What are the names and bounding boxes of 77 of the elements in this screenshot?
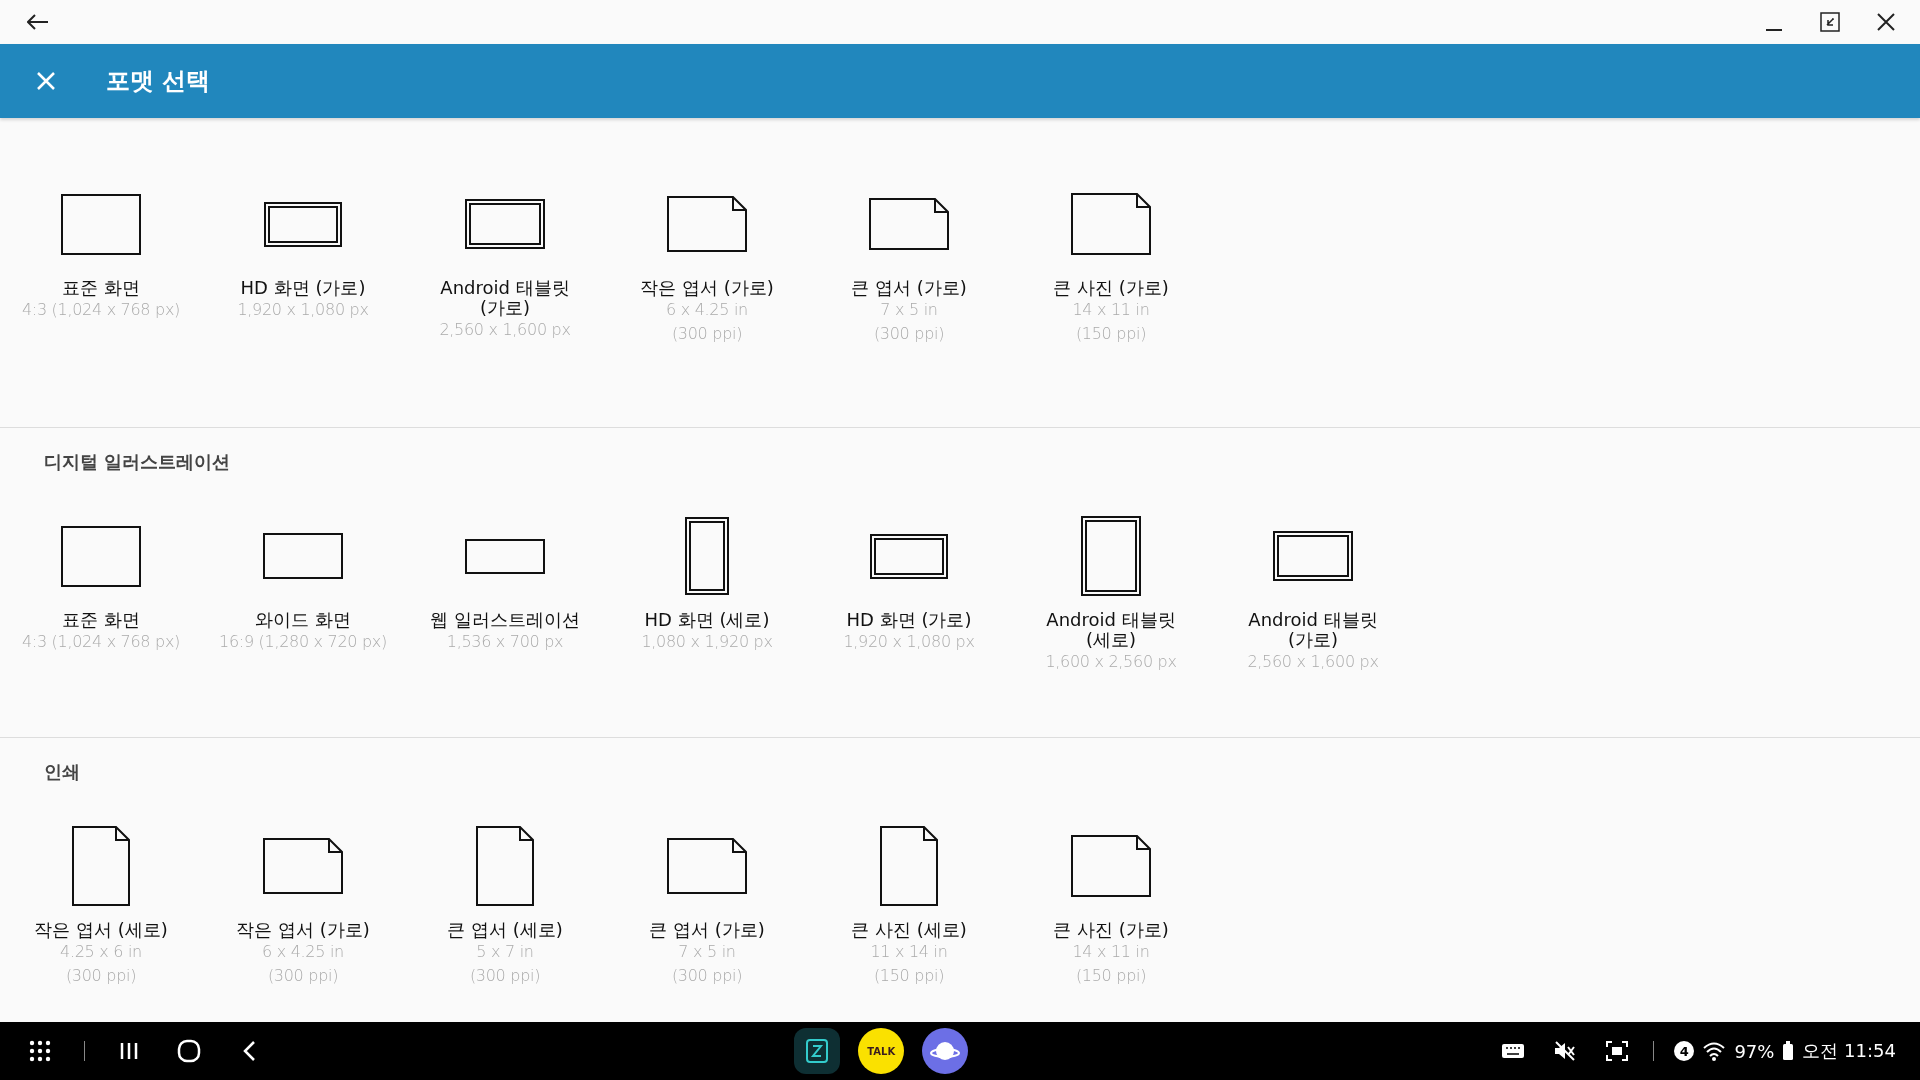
clock: 오전 11:54: [1802, 1039, 1896, 1063]
format-detail: (150 ppi): [1075, 323, 1147, 345]
notification-count: 4: [1674, 1041, 1695, 1061]
format-name[interactable]: 큰 사진 (가로): [1053, 920, 1169, 940]
page-icon: [667, 196, 747, 252]
page-icon: [1071, 835, 1151, 897]
format-name[interactable]: 큰 엽서 (세로): [447, 920, 563, 940]
format-name[interactable]: HD 화면 (가로): [240, 278, 366, 298]
format-name[interactable]: Android 태블릿 (가로): [430, 278, 580, 318]
format-detail: (300 ppi): [65, 965, 137, 987]
format-name[interactable]: 큰 엽서 (가로): [649, 920, 765, 940]
format-name[interactable]: 작은 엽서 (세로): [34, 920, 168, 940]
framed-rectangle-icon: [1273, 531, 1353, 581]
format-detail: 1,600 x 2,560 px: [1045, 651, 1177, 673]
section-heading: 디지털 일러스트레이션: [44, 450, 232, 474]
format-name[interactable]: 큰 사진 (세로): [851, 920, 967, 940]
format-detail: 6 x 4.25 in: [262, 941, 344, 963]
dialog-title: 포맷 선택: [106, 66, 211, 97]
format-detail: (150 ppi): [873, 965, 945, 987]
format-detail: 2,560 x 1,600 px: [439, 319, 571, 341]
format-name[interactable]: 표준 화면: [62, 278, 140, 298]
section-heading: 인쇄: [44, 760, 81, 784]
rectangle-icon: [61, 193, 141, 255]
format-detail: (300 ppi): [671, 323, 743, 345]
framed-rectangle-icon: [685, 517, 729, 595]
format-detail: 7 x 5 in: [880, 299, 938, 321]
format-detail: 4:3 (1,024 x 768 px): [22, 631, 180, 653]
format-detail: (150 ppi): [1075, 965, 1147, 987]
page-icon: [263, 838, 343, 894]
wifi-icon: [1702, 1041, 1727, 1061]
format-detail: 2,560 x 1,600 px: [1247, 651, 1379, 673]
page-icon: [869, 198, 949, 250]
framed-rectangle-icon: [1081, 516, 1141, 596]
rectangle-icon: [465, 538, 545, 574]
format-detail: (300 ppi): [671, 965, 743, 987]
format-detail: 1,080 x 1,920 px: [641, 631, 773, 653]
rectangle-icon: [263, 533, 343, 579]
rectangle-icon: [61, 525, 141, 587]
format-detail: 6 x 4.25 in: [666, 299, 748, 321]
format-detail: 16:9 (1,280 x 720 px): [219, 631, 387, 653]
chat-app-icon[interactable]: TALK: [858, 1028, 905, 1074]
format-name[interactable]: 표준 화면: [62, 610, 140, 630]
format-detail: 14 x 11 in: [1072, 941, 1150, 963]
format-detail: (300 ppi): [873, 323, 945, 345]
format-name[interactable]: 큰 사진 (가로): [1053, 278, 1169, 298]
format-name[interactable]: 큰 엽서 (가로): [851, 278, 967, 298]
page-icon: [476, 826, 534, 906]
framed-rectangle-icon: [870, 533, 948, 579]
format-name[interactable]: 웹 일러스트레이션: [430, 610, 580, 630]
format-detail: 7 x 5 in: [678, 941, 736, 963]
page-icon: [880, 826, 938, 906]
format-detail: (300 ppi): [267, 965, 339, 987]
format-detail: 14 x 11 in: [1072, 299, 1150, 321]
format-name[interactable]: HD 화면 (가로): [846, 610, 972, 630]
format-detail: (300 ppi): [469, 965, 541, 987]
format-detail: 1,920 x 1,080 px: [843, 631, 975, 653]
format-name[interactable]: 작은 엽서 (가로): [640, 278, 774, 298]
page-icon: [1071, 193, 1151, 255]
battery-percent: 97%: [1734, 1040, 1775, 1062]
format-name[interactable]: Android 태블릿 (세로): [1036, 610, 1186, 650]
format-name[interactable]: HD 화면 (세로): [644, 610, 770, 630]
format-name[interactable]: 작은 엽서 (가로): [236, 920, 370, 940]
format-detail: 1,536 x 700 px: [446, 631, 564, 653]
format-detail: 11 x 14 in: [870, 941, 948, 963]
format-name[interactable]: Android 태블릿 (가로): [1238, 610, 1388, 650]
notes-app-icon[interactable]: [794, 1028, 841, 1074]
framed-rectangle-icon: [465, 199, 545, 249]
format-name[interactable]: 와이드 화면: [255, 610, 351, 630]
format-detail: 5 x 7 in: [476, 941, 534, 963]
page-icon: [667, 838, 747, 894]
format-detail: 4:3 (1,024 x 768 px): [22, 299, 180, 321]
format-detail: 1,920 x 1,080 px: [237, 299, 369, 321]
browser-app-icon[interactable]: [922, 1028, 969, 1074]
page-icon: [72, 826, 130, 906]
framed-rectangle-icon: [264, 201, 342, 247]
format-detail: 4.25 x 6 in: [60, 941, 142, 963]
battery-icon: [1782, 1041, 1795, 1061]
